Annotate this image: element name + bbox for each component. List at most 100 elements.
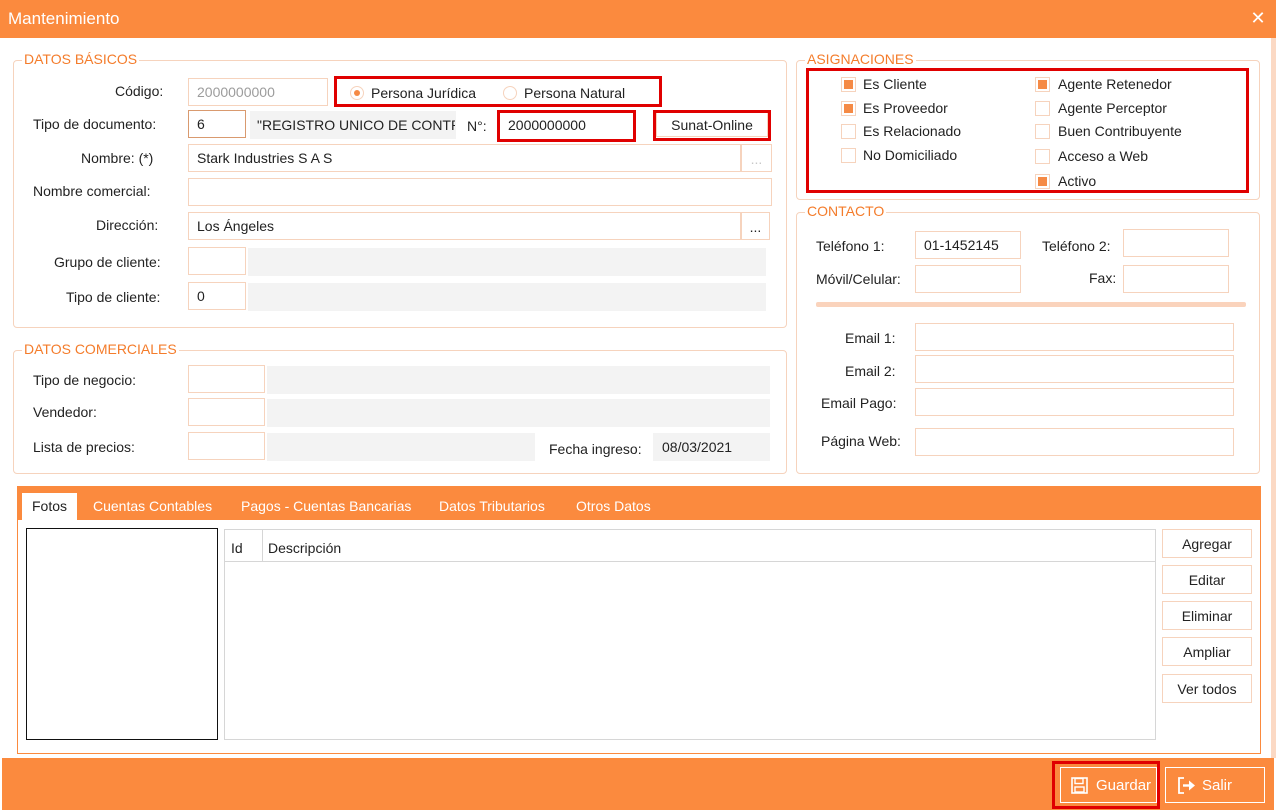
grupo-cliente-desc bbox=[248, 248, 766, 276]
window-edge bbox=[1271, 38, 1276, 758]
fax-input[interactable] bbox=[1123, 265, 1229, 293]
nombre-comercial-input[interactable] bbox=[188, 178, 772, 206]
telefono1-input[interactable]: 01-1452145 bbox=[915, 231, 1021, 259]
es-relacionado-label[interactable]: Es Relacionado bbox=[863, 123, 961, 139]
direccion-label: Dirección: bbox=[96, 217, 159, 233]
tab-bar: Fotos Cuentas Contables Pagos - Cuentas … bbox=[17, 486, 1261, 520]
agregar-button[interactable]: Agregar bbox=[1162, 529, 1252, 558]
nombre-input[interactable]: Stark Industries S A S bbox=[188, 144, 741, 172]
nombre-comercial-label: Nombre comercial: bbox=[33, 183, 151, 199]
photo-box bbox=[26, 528, 218, 740]
salir-button[interactable]: Salir bbox=[1165, 767, 1265, 803]
tipo-negocio-label: Tipo de negocio: bbox=[33, 372, 136, 388]
footer-bar: Guardar Salir bbox=[2, 758, 1274, 810]
contacto-divider bbox=[816, 302, 1246, 307]
grupo-cliente-label: Grupo de cliente: bbox=[54, 254, 161, 270]
fax-label: Fax: bbox=[1089, 270, 1117, 286]
movil-input[interactable] bbox=[915, 265, 1021, 293]
vendedor-label: Vendedor: bbox=[33, 404, 97, 420]
vendedor-desc bbox=[267, 399, 770, 427]
exit-icon bbox=[1178, 777, 1195, 794]
grupo-cliente-code-input[interactable] bbox=[188, 247, 246, 275]
eliminar-button[interactable]: Eliminar bbox=[1162, 601, 1252, 630]
acceso-web-checkbox[interactable] bbox=[1035, 149, 1050, 164]
nombre-browse-button[interactable]: ... bbox=[741, 144, 772, 172]
nombre-label: Nombre: (*) bbox=[81, 150, 154, 166]
buen-contribuyente-label[interactable]: Buen Contribuyente bbox=[1058, 123, 1182, 139]
email2-input[interactable] bbox=[915, 355, 1234, 383]
direccion-input[interactable]: Los Ángeles bbox=[188, 212, 741, 240]
contacto-legend: CONTACTO bbox=[805, 203, 887, 219]
email1-input[interactable] bbox=[915, 323, 1234, 351]
editar-button[interactable]: Editar bbox=[1162, 565, 1252, 594]
no-domiciliado-checkbox[interactable] bbox=[841, 148, 856, 163]
tab-pagos-cuentas-bancarias[interactable]: Pagos - Cuentas Bancarias bbox=[241, 498, 411, 514]
datos-basicos-legend: DATOS BÁSICOS bbox=[22, 51, 140, 67]
tipo-cliente-label: Tipo de cliente: bbox=[66, 289, 161, 305]
numero-highlight bbox=[497, 110, 636, 142]
movil-label: Móvil/Celular: bbox=[816, 271, 901, 287]
agente-retenedor-label[interactable]: Agente Retenedor bbox=[1058, 76, 1172, 92]
telefono2-input[interactable] bbox=[1123, 229, 1229, 257]
title-bar: Mantenimiento ✕ bbox=[0, 0, 1276, 38]
photos-grid[interactable]: Id Descripción bbox=[224, 529, 1156, 740]
pagina-web-label: Página Web: bbox=[821, 433, 901, 449]
activo-checkbox[interactable] bbox=[1035, 174, 1050, 189]
asignaciones-legend: ASIGNACIONES bbox=[805, 51, 916, 67]
es-cliente-label[interactable]: Es Cliente bbox=[863, 76, 927, 92]
tab-fotos[interactable]: Fotos bbox=[22, 493, 78, 520]
agente-retenedor-checkbox[interactable] bbox=[1035, 77, 1050, 92]
grid-column-descripcion[interactable]: Descripción bbox=[268, 540, 341, 556]
acceso-web-label[interactable]: Acceso a Web bbox=[1058, 148, 1148, 164]
tab-cuentas-contables[interactable]: Cuentas Contables bbox=[93, 498, 212, 514]
tipo-documento-label: Tipo de documento: bbox=[33, 116, 157, 132]
telefono2-label: Teléfono 2: bbox=[1042, 238, 1111, 254]
no-domiciliado-label[interactable]: No Domiciliado bbox=[863, 147, 957, 163]
codigo-field[interactable]: 2000000000 bbox=[188, 78, 328, 106]
codigo-label: Código: bbox=[115, 83, 164, 99]
tipo-negocio-code-input[interactable] bbox=[188, 365, 265, 393]
es-proveedor-label[interactable]: Es Proveedor bbox=[863, 100, 948, 116]
telefono1-label: Teléfono 1: bbox=[816, 238, 885, 254]
close-icon[interactable]: ✕ bbox=[1249, 8, 1267, 29]
es-proveedor-checkbox[interactable] bbox=[841, 101, 856, 116]
vendedor-code-input[interactable] bbox=[188, 398, 265, 426]
persona-highlight bbox=[334, 76, 662, 107]
tipo-cliente-desc bbox=[248, 283, 766, 311]
window-title: Mantenimiento bbox=[8, 9, 120, 28]
agente-perceptor-label[interactable]: Agente Perceptor bbox=[1058, 100, 1167, 116]
email1-label: Email 1: bbox=[845, 330, 896, 346]
tipo-cliente-code-input[interactable]: 0 bbox=[188, 282, 246, 310]
pagina-web-input[interactable] bbox=[915, 428, 1234, 456]
grid-column-separator bbox=[262, 530, 263, 562]
lista-precios-desc bbox=[267, 433, 535, 461]
direccion-browse-button[interactable]: ... bbox=[741, 212, 770, 240]
grid-header: Id Descripción bbox=[225, 530, 1155, 562]
ver-todos-button[interactable]: Ver todos bbox=[1162, 674, 1252, 703]
tipo-negocio-desc bbox=[267, 366, 770, 394]
fecha-ingreso-label: Fecha ingreso: bbox=[549, 441, 642, 457]
sunat-highlight bbox=[653, 110, 771, 141]
fecha-ingreso-field[interactable]: 08/03/2021 bbox=[653, 433, 770, 461]
tab-otros-datos[interactable]: Otros Datos bbox=[576, 498, 651, 514]
buen-contribuyente-checkbox[interactable] bbox=[1035, 124, 1050, 139]
numero-label: N°: bbox=[467, 118, 487, 134]
maintenance-window: Mantenimiento ✕ DATOS BÁSICOS Código: 20… bbox=[0, 0, 1276, 812]
datos-comerciales-legend: DATOS COMERCIALES bbox=[22, 341, 179, 357]
es-relacionado-checkbox[interactable] bbox=[841, 124, 856, 139]
es-cliente-checkbox[interactable] bbox=[841, 77, 856, 92]
email-pago-input[interactable] bbox=[915, 388, 1234, 416]
tipo-documento-desc: "REGISTRO UNICO DE CONTR bbox=[250, 111, 456, 139]
grid-column-id[interactable]: Id bbox=[231, 540, 243, 556]
salir-label: Salir bbox=[1202, 777, 1233, 794]
tipo-documento-code-input[interactable]: 6 bbox=[188, 110, 246, 138]
ampliar-button[interactable]: Ampliar bbox=[1162, 637, 1252, 666]
lista-precios-label: Lista de precios: bbox=[33, 439, 135, 455]
activo-label[interactable]: Activo bbox=[1058, 173, 1096, 189]
guardar-highlight bbox=[1052, 761, 1160, 809]
email-pago-label: Email Pago: bbox=[821, 395, 897, 411]
lista-precios-code-input[interactable] bbox=[188, 432, 265, 460]
tab-datos-tributarios[interactable]: Datos Tributarios bbox=[439, 498, 545, 514]
agente-perceptor-checkbox[interactable] bbox=[1035, 101, 1050, 116]
email2-label: Email 2: bbox=[845, 363, 896, 379]
